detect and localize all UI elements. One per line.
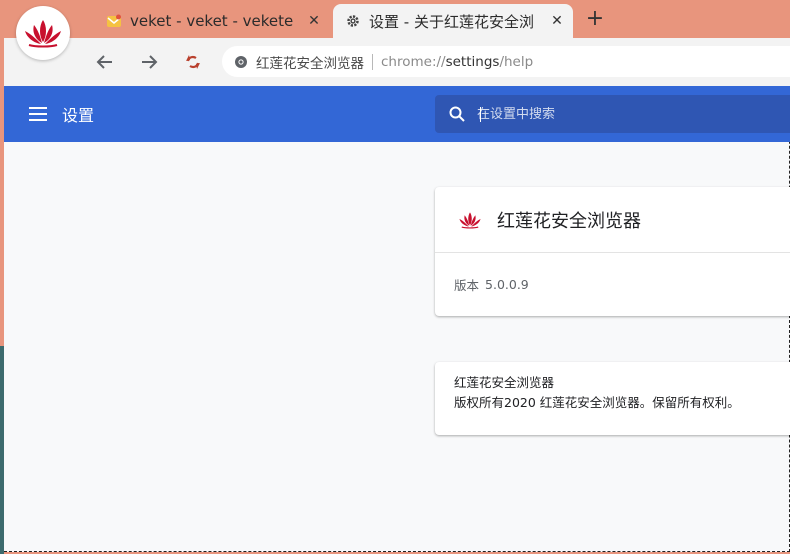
mail-icon — [106, 13, 122, 29]
forward-button[interactable] — [136, 49, 162, 75]
search-icon — [449, 106, 465, 122]
sync-extension-button[interactable] — [180, 49, 206, 75]
about-header: 红莲花安全浏览器 — [435, 187, 790, 253]
new-tab-button[interactable]: + — [582, 7, 608, 33]
browser-logo[interactable] — [16, 6, 70, 60]
lotus-logo-icon — [25, 20, 61, 48]
tab-strip: veket - veket - vekete ✕ 设置 - 关于红莲花安全浏 ✕… — [0, 0, 790, 60]
back-button[interactable] — [92, 49, 118, 75]
arrow-right-icon — [142, 55, 158, 69]
copyright-product: 红莲花安全浏览器 — [454, 375, 555, 390]
url-host: settings — [445, 53, 500, 70]
browser-window: veket - veket - vekete ✕ 设置 - 关于红莲花安全浏 ✕… — [0, 0, 790, 554]
tab-veket[interactable]: veket - veket - vekete ✕ — [98, 4, 330, 38]
chrome-page-icon — [235, 55, 247, 68]
hamburger-menu-icon[interactable] — [28, 104, 48, 124]
arrow-left-icon — [96, 55, 112, 69]
copyright-text: 版权所有2020 红莲花安全浏览器。保留所有权利。 — [454, 395, 740, 410]
gear-icon — [345, 13, 361, 29]
version-row: 版本 5.0.0.9 — [435, 253, 790, 315]
tab-close-button[interactable]: ✕ — [547, 13, 567, 29]
tab-title: 设置 - 关于红莲花安全浏 — [369, 12, 534, 31]
url-path: /help — [499, 53, 534, 70]
tab-settings[interactable]: 设置 - 关于红莲花安全浏 ✕ — [333, 4, 573, 38]
page-title: 设置 — [62, 106, 95, 125]
divider — [372, 53, 373, 70]
version-value: 5.0.0.9 — [485, 276, 529, 292]
copyright-card: 红莲花安全浏览器 版权所有2020 红莲花安全浏览器。保留所有权利。 — [435, 362, 790, 435]
text-cursor — [480, 107, 481, 122]
search-input[interactable] — [477, 106, 777, 122]
settings-page: 设置 红莲花安全浏览器 — [4, 86, 790, 552]
site-name: 红莲花安全浏览器 — [256, 55, 364, 72]
settings-search[interactable] — [435, 95, 790, 133]
toolbar: 红莲花安全浏览器 chrome:// settings /help — [4, 38, 790, 86]
url-scheme: chrome:// — [381, 53, 446, 70]
settings-header: 设置 — [4, 86, 790, 142]
sync-icon — [186, 55, 200, 69]
tab-title: veket - veket - vekete — [130, 12, 294, 30]
about-card: 红莲花安全浏览器 版本 5.0.0.9 — [435, 187, 790, 316]
lotus-logo-icon — [459, 211, 481, 229]
tab-close-button[interactable]: ✕ — [304, 13, 324, 29]
version-label: 版本 — [454, 277, 480, 293]
address-bar[interactable]: 红莲花安全浏览器 chrome:// settings /help — [222, 46, 790, 77]
product-name: 红莲花安全浏览器 — [497, 210, 641, 232]
